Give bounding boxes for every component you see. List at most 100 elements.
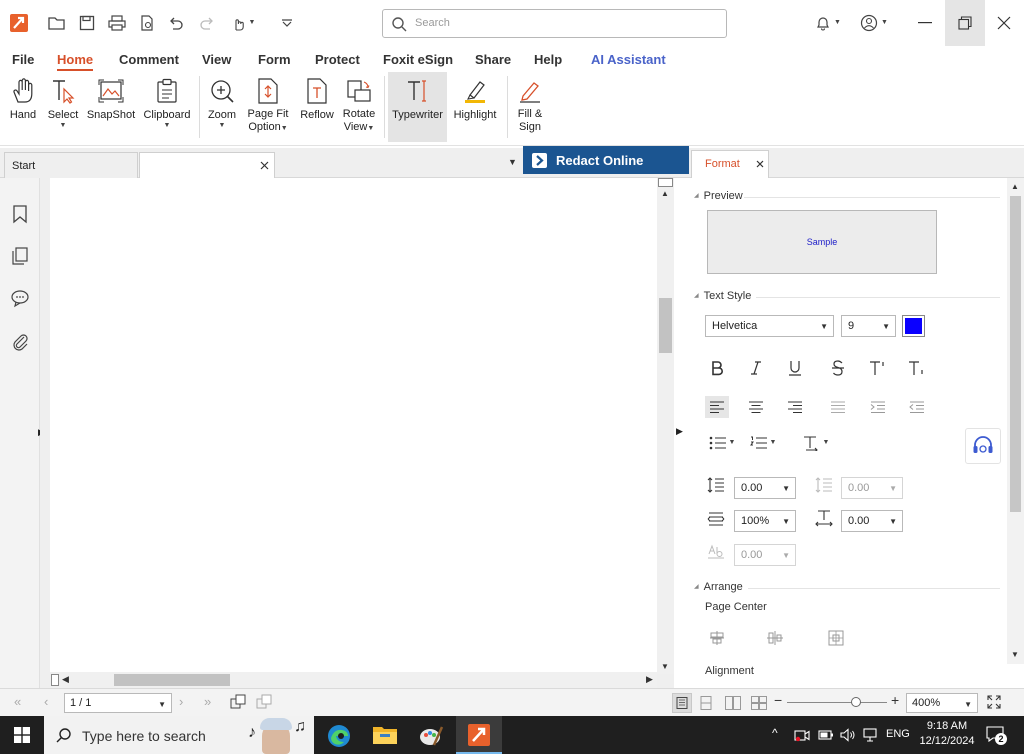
language-indicator[interactable]: ENG (886, 728, 910, 740)
numbered-list-button[interactable]: ▼ (746, 432, 780, 454)
panel-scroll-down-icon[interactable]: ▼ (1011, 650, 1019, 659)
decrease-indent-button[interactable] (905, 396, 929, 418)
paint-app-icon[interactable] (418, 723, 444, 749)
previous-view-icon[interactable] (230, 694, 246, 710)
tab-home[interactable]: Home (57, 52, 94, 71)
collapse-right-panel-icon[interactable]: ▶ (676, 426, 683, 437)
horizontal-split-handle[interactable] (51, 674, 59, 686)
tab-share[interactable]: Share (475, 52, 511, 67)
pdf-page[interactable] (50, 178, 660, 672)
taskbar-search-box[interactable]: Type here to search ♪ ♫ (44, 716, 314, 754)
zoom-in-small-icon[interactable]: + (891, 692, 899, 708)
highlight-button[interactable]: Highlight (450, 72, 500, 142)
search-box[interactable]: Search (382, 9, 727, 38)
tab-ai-assistant[interactable]: AI Assistant (591, 52, 666, 67)
font-family-select[interactable]: Helvetica ▼ (705, 315, 834, 337)
tab-foxit-esign[interactable]: Foxit eSign (383, 52, 453, 67)
tab-format[interactable]: Format (691, 150, 769, 178)
save-icon[interactable] (76, 12, 98, 34)
continuous-facing-icon[interactable] (751, 696, 767, 710)
print-icon[interactable] (106, 12, 128, 34)
tab-file[interactable]: File (12, 52, 34, 67)
tab-help[interactable]: Help (534, 52, 562, 67)
panel-scroll-thumb[interactable] (1010, 196, 1021, 512)
horizontal-scrollbar[interactable]: ◀ ▶ (50, 672, 657, 688)
tab-current-document[interactable] (139, 152, 275, 178)
subscript-button[interactable] (905, 357, 929, 379)
scroll-right-icon[interactable]: ▶ (646, 674, 653, 685)
select-tool-button[interactable]: Select ▼ (44, 72, 82, 142)
volume-icon[interactable] (840, 728, 856, 742)
show-hidden-icons-icon[interactable]: ^ (772, 726, 778, 740)
tab-protect[interactable]: Protect (315, 52, 360, 67)
center-both-button[interactable] (824, 627, 848, 649)
foxit-taskbar-button[interactable] (456, 716, 502, 754)
battery-icon[interactable] (818, 728, 834, 742)
strikethrough-button[interactable] (826, 357, 850, 379)
clipboard-button[interactable]: Clipboard ▼ (141, 72, 193, 142)
page-number-select[interactable]: 1 / 1 ▼ (64, 693, 172, 713)
zoom-button[interactable]: Zoom ▼ (204, 72, 240, 142)
close-window-button[interactable] (984, 0, 1024, 46)
align-center-button[interactable] (744, 396, 768, 418)
edge-browser-icon[interactable] (326, 723, 352, 749)
font-color-picker[interactable] (902, 315, 925, 337)
increase-indent-button[interactable] (866, 396, 890, 418)
tab-list-dropdown-icon[interactable]: ▼ (508, 157, 517, 167)
panel-scrollbar[interactable]: ▲ ▼ (1007, 178, 1024, 664)
single-page-view-button[interactable] (672, 693, 692, 713)
snapshot-button[interactable]: SnapShot (85, 72, 137, 142)
justify-button[interactable] (826, 396, 850, 418)
facing-page-icon[interactable] (725, 696, 741, 710)
zoom-out-icon[interactable]: − (774, 692, 782, 708)
bullet-list-button[interactable]: ▼ (705, 432, 739, 454)
split-handle[interactable] (658, 178, 673, 187)
character-scale-select[interactable]: 100% ▼ (734, 510, 796, 532)
scroll-up-icon[interactable]: ▲ (661, 189, 669, 198)
pages-icon[interactable] (10, 246, 30, 266)
fill-sign-button[interactable]: Fill & Sign (511, 72, 549, 142)
notifications-icon[interactable]: ▼ (810, 12, 846, 34)
vertical-scroll-thumb[interactable] (659, 298, 672, 353)
foxit-logo-icon[interactable] (8, 12, 30, 34)
document-view[interactable]: ▲ ▼ ◀ ▶ (40, 178, 674, 688)
close-tab-icon[interactable] (260, 161, 269, 170)
file-explorer-icon[interactable] (372, 724, 398, 746)
redact-online-button[interactable]: Redact Online (523, 146, 689, 174)
continuous-page-icon[interactable] (700, 696, 712, 710)
tab-start[interactable]: Start (4, 152, 138, 178)
next-page-icon[interactable]: › (179, 694, 183, 709)
action-center-button[interactable]: 2 (986, 726, 1008, 746)
touch-mode-icon[interactable]: ▼ (228, 12, 258, 34)
font-size-select[interactable]: 9 ▼ (841, 315, 896, 337)
previous-page-icon[interactable]: ‹ (44, 694, 48, 709)
panel-scroll-up-icon[interactable]: ▲ (1011, 182, 1019, 191)
superscript-button[interactable] (866, 357, 890, 379)
comments-icon[interactable] (10, 288, 30, 308)
rotate-view-button[interactable]: Rotate View▼ (340, 72, 378, 142)
center-vertical-button[interactable] (763, 627, 787, 649)
next-view-icon[interactable] (256, 694, 272, 710)
last-page-icon[interactable]: » (204, 694, 211, 709)
text-direction-button[interactable]: ▼ (799, 432, 833, 454)
clock[interactable]: 9:18 AM 12/12/2024 (918, 719, 976, 749)
horizontal-scroll-thumb[interactable] (114, 674, 230, 686)
tab-view[interactable]: View (202, 52, 231, 67)
character-spacing-select[interactable]: 0.00 ▼ (841, 510, 903, 532)
close-format-panel-icon[interactable] (756, 160, 764, 168)
restore-button[interactable] (945, 0, 985, 46)
zoom-level-select[interactable]: 400% ▼ (906, 693, 978, 713)
align-left-button[interactable] (705, 396, 729, 418)
reflow-button[interactable]: Reflow (298, 72, 336, 142)
bold-button[interactable] (705, 357, 729, 379)
underline-button[interactable] (783, 357, 807, 379)
italic-button[interactable] (744, 357, 768, 379)
meet-now-icon[interactable] (794, 728, 810, 742)
fullscreen-icon[interactable] (987, 695, 1001, 709)
align-right-button[interactable] (783, 396, 807, 418)
vertical-scrollbar[interactable]: ▲ ▼ (657, 178, 674, 674)
scroll-down-icon[interactable]: ▼ (661, 662, 669, 671)
line-spacing-select[interactable]: 0.00 ▼ (734, 477, 796, 499)
customize-toolbar-icon[interactable] (276, 12, 298, 34)
network-icon[interactable] (862, 728, 878, 742)
